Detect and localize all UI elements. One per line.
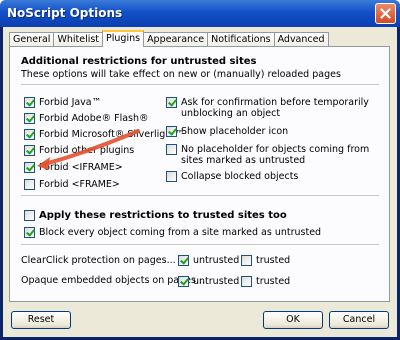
plugins-panel: Additional restrictions for untrusted si… [9,46,390,302]
opaque-untrusted-checkbox[interactable] [178,276,189,287]
dialog-body: General Whitelist Plugins Appearance Not… [3,27,397,337]
window-title: NoScript Options [7,6,123,20]
title-bar[interactable]: NoScript Options [0,0,400,27]
tab-appearance[interactable]: Appearance [143,32,209,47]
reset-button[interactable]: Reset [11,311,71,329]
close-icon [380,8,391,19]
tab-advanced[interactable]: Advanced [273,32,329,47]
clearclick-trusted-checkbox[interactable] [241,255,252,266]
noscript-options-window: NoScript Options General Whitelist Plugi… [0,0,400,340]
tab-general[interactable]: General [9,32,55,47]
divider [21,195,379,196]
block-untrusted-checkbox[interactable] [24,227,35,238]
apply-trusted-checkbox[interactable] [24,210,35,221]
tab-strip: General Whitelist Plugins Appearance Not… [9,30,329,47]
tab-plugins[interactable]: Plugins [102,30,145,47]
apply-trusted-label: Apply these restrictions to trusted site… [39,210,287,221]
clearclick-untrusted-label: untrusted [193,255,240,266]
close-button[interactable] [375,3,396,24]
opaque-untrusted-label: untrusted [193,276,240,287]
divider [21,244,379,245]
cancel-button[interactable]: Cancel [329,311,389,329]
opaque-trusted-checkbox[interactable] [241,276,252,287]
clearclick-untrusted-checkbox[interactable] [178,255,189,266]
clearclick-label: ClearClick protection on pages... [21,255,176,266]
clearclick-trusted-label: trusted [256,255,291,266]
ok-button[interactable]: OK [263,311,323,329]
tab-notifications[interactable]: Notifications [207,32,275,47]
tab-whitelist[interactable]: Whitelist [53,32,104,47]
block-untrusted-label: Block every object coming from a site ma… [39,227,322,238]
opaque-trusted-label: trusted [256,276,291,287]
